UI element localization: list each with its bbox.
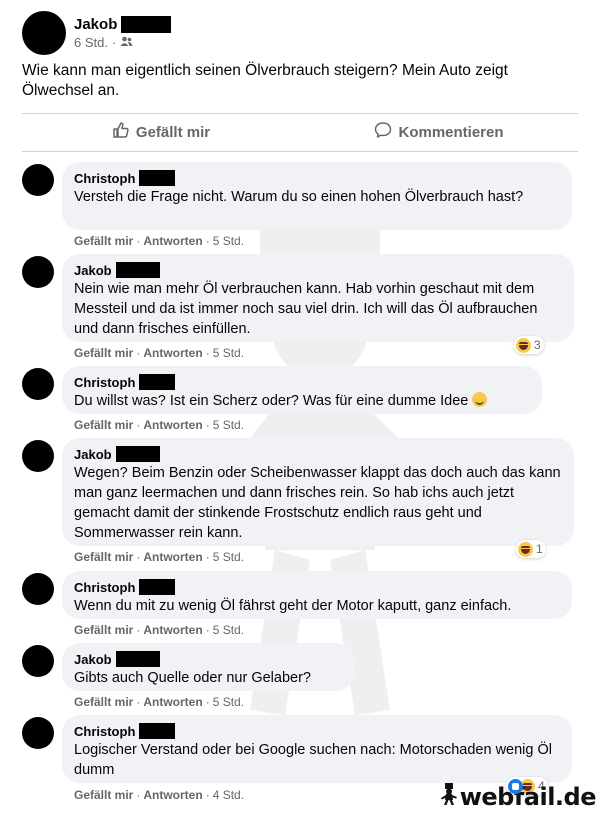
comment-actions: Gefällt mir · Antworten · 5 Std. [74, 550, 245, 564]
comment-bubble: Christoph Logischer Verstand oder bei Go… [62, 715, 572, 783]
divider [22, 113, 578, 114]
comment-bubble-icon [374, 121, 398, 143]
stick-figure-icon [440, 783, 457, 811]
like-button-label: Gefällt mir [135, 123, 211, 141]
like-button[interactable]: Gefällt mir [22, 117, 300, 147]
comment-author-name[interactable]: Christoph [74, 580, 135, 595]
comment-actions: Gefällt mir · Antworten · 5 Std. [74, 234, 245, 248]
comment-like-link[interactable]: Gefällt mir [74, 418, 133, 432]
avatar[interactable] [22, 717, 54, 749]
reaction-count[interactable]: 3 [514, 336, 544, 354]
comment-bubble: Christoph Wenn du mit zu wenig Öl fährst… [62, 571, 572, 619]
comment-button-label: Kommentieren [398, 123, 504, 141]
avatar[interactable] [22, 645, 54, 677]
redaction-bar [139, 374, 176, 390]
post-action-bar: Gefällt mir Kommentieren [22, 117, 578, 147]
comment-author-name[interactable]: Christoph [74, 171, 135, 186]
redaction-bar [139, 723, 176, 739]
post-author-name[interactable]: Jakob [74, 16, 117, 33]
comment-text: Wegen? Beim Benzin oder Scheibenwasser k… [74, 465, 561, 541]
comment-like-link[interactable]: Gefällt mir [74, 695, 133, 709]
avatar[interactable] [22, 368, 54, 400]
comment-timestamp[interactable]: 5 Std. [213, 346, 244, 360]
reaction-count[interactable]: 1 [516, 540, 546, 558]
comment-author-name[interactable]: Jakob [74, 652, 112, 667]
smile-emoji-icon [472, 392, 488, 407]
post-timestamp[interactable]: 6 Std. [74, 35, 108, 50]
comment-timestamp[interactable]: 5 Std. [213, 695, 244, 709]
like-emoji-icon [508, 778, 523, 794]
comment-timestamp[interactable]: 5 Std. [213, 623, 244, 637]
comment-like-link[interactable]: Gefällt mir [74, 550, 133, 564]
comment-text-row: Du willst was? Ist ein Scherz oder? Was … [74, 391, 530, 411]
comment-text: Gibts auch Quelle oder nur Gelaber? [74, 670, 311, 686]
avatar[interactable] [22, 164, 54, 196]
comment-actions: Gefällt mir · Antworten · 5 Std. [74, 623, 245, 637]
redaction-bar [121, 16, 172, 33]
comment-reply-link[interactable]: Antworten [143, 234, 202, 248]
comment-bubble: Christoph Versteh die Frage nicht. Warum… [62, 162, 572, 230]
comment-author-name[interactable]: Jakob [74, 447, 112, 462]
comment-like-link[interactable]: Gefällt mir [74, 623, 133, 637]
comment-bubble: Jakob Wegen? Beim Benzin oder Scheibenwa… [62, 438, 574, 546]
friends-icon[interactable] [120, 35, 133, 50]
comment-reply-link[interactable]: Antworten [143, 695, 202, 709]
comment-reply-link[interactable]: Antworten [143, 418, 202, 432]
divider [22, 151, 578, 152]
avatar[interactable] [22, 573, 54, 605]
avatar[interactable] [22, 256, 54, 288]
comment-like-link[interactable]: Gefällt mir [74, 346, 133, 360]
comment-button[interactable]: Kommentieren [300, 117, 578, 147]
comment-text: Logischer Verstand oder bei Google suche… [74, 742, 552, 778]
comment-timestamp[interactable]: 5 Std. [213, 418, 244, 432]
avatar[interactable] [22, 440, 54, 472]
comment-bubble: Jakob Gibts auch Quelle oder nur Gelaber… [62, 643, 354, 691]
redaction-bar [115, 446, 160, 462]
comment-reply-link[interactable]: Antworten [143, 788, 202, 802]
redaction-bar [115, 262, 160, 278]
comment-author-name[interactable]: Christoph [74, 375, 135, 390]
comment-timestamp[interactable]: 5 Std. [213, 234, 244, 248]
comment-author-name[interactable]: Christoph [74, 724, 135, 739]
comment-actions: Gefällt mir · Antworten · 5 Std. [74, 695, 245, 709]
avatar[interactable] [22, 11, 66, 55]
comment-actions: Gefällt mir · Antworten · 5 Std. [74, 346, 245, 360]
reaction-count-value: 3 [534, 338, 541, 352]
thumbs-up-icon [112, 121, 136, 143]
comment-actions: Gefällt mir · Antworten · 5 Std. [74, 418, 245, 432]
comment-bubble: Christoph Du willst was? Ist ein Scherz … [62, 366, 542, 414]
post-header: Jakob 6 Std. · [22, 10, 172, 56]
comment-reply-link[interactable]: Antworten [143, 623, 202, 637]
redaction-bar [115, 651, 160, 667]
comment-actions: Gefällt mir · Antworten · 4 Std. [74, 788, 245, 802]
haha-emoji-icon [518, 541, 533, 557]
redaction-bar [139, 579, 176, 595]
haha-emoji-icon [516, 337, 531, 353]
comment-author-name[interactable]: Jakob [74, 263, 112, 278]
comment-timestamp[interactable]: 4 Std. [213, 788, 244, 802]
comment-text: Versteh die Frage nicht. Warum du so ein… [74, 189, 524, 205]
comment-like-link[interactable]: Gefällt mir [74, 788, 133, 802]
comment-reply-link[interactable]: Antworten [143, 346, 202, 360]
comment-text: Wenn du mit zu wenig Öl fährst geht der … [74, 598, 512, 614]
post-text: Wie kann man eigentlich seinen Ölverbrau… [22, 62, 508, 99]
comment-bubble: Jakob Nein wie man mehr Öl verbrauchen k… [62, 254, 574, 342]
dot-separator: · [111, 35, 117, 50]
watermark-text: webfail.de [459, 783, 597, 811]
comment-text: Du willst was? Ist ein Scherz oder? Was … [74, 393, 469, 409]
comment-like-link[interactable]: Gefällt mir [74, 234, 133, 248]
comment-text: Nein wie man mehr Öl verbrauchen kann. H… [74, 281, 538, 337]
reaction-count-value: 1 [536, 542, 543, 556]
comment-reply-link[interactable]: Antworten [143, 550, 202, 564]
comment-timestamp[interactable]: 5 Std. [213, 550, 244, 564]
redaction-bar [139, 170, 176, 186]
